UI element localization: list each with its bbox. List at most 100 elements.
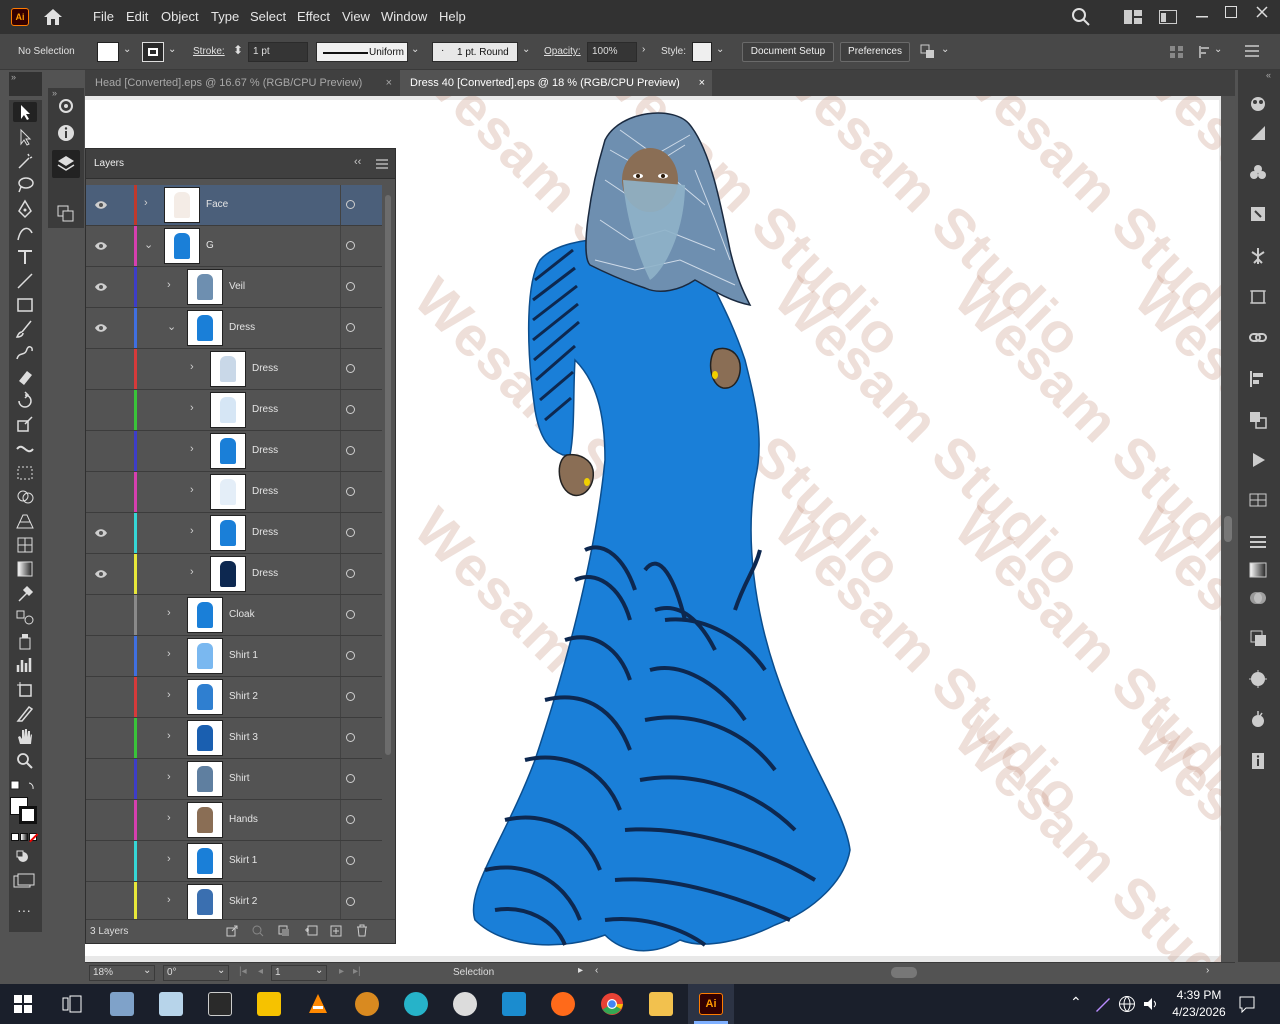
vertical-scrollbar[interactable] bbox=[1221, 96, 1235, 962]
shaper-tool-icon[interactable] bbox=[13, 343, 37, 363]
symbols-icon[interactable] bbox=[1248, 163, 1268, 183]
perspective-grid-tool-icon[interactable] bbox=[13, 511, 37, 531]
task-view-icon[interactable] bbox=[62, 995, 82, 1013]
status-menu-icon[interactable]: ▸ bbox=[578, 965, 583, 976]
chevron-down-icon[interactable]: ⌄ bbox=[123, 44, 131, 55]
layer-target-icon[interactable] bbox=[346, 364, 355, 373]
minimize-icon[interactable] bbox=[1196, 16, 1208, 18]
pathfinder-icon[interactable] bbox=[1248, 410, 1268, 430]
layer-name[interactable]: Hands bbox=[229, 814, 258, 825]
visibility-eye-icon[interactable] bbox=[94, 568, 108, 580]
visibility-toggle[interactable] bbox=[94, 609, 108, 621]
opacity-label[interactable]: Opacity: bbox=[544, 46, 581, 57]
stroke-swatch[interactable] bbox=[142, 42, 164, 62]
chevron-right-icon[interactable]: › bbox=[167, 771, 171, 783]
visibility-toggle[interactable] bbox=[94, 650, 108, 662]
visibility-toggle[interactable] bbox=[94, 486, 108, 498]
chevron-down-icon[interactable]: ⌄ bbox=[315, 965, 323, 976]
opacity-field[interactable]: 100% bbox=[587, 42, 637, 62]
menu-view[interactable]: View bbox=[342, 9, 370, 24]
layer-name[interactable]: Cloak bbox=[229, 609, 255, 620]
visibility-toggle[interactable] bbox=[94, 855, 108, 867]
layer-target-icon[interactable] bbox=[346, 323, 355, 332]
layer-name[interactable]: Dress bbox=[252, 363, 278, 374]
chevron-right-icon[interactable]: › bbox=[167, 648, 171, 660]
layer-row[interactable]: › Face bbox=[86, 185, 382, 226]
gradient-panel-icon[interactable] bbox=[1248, 560, 1268, 580]
width-tool-icon[interactable] bbox=[13, 439, 37, 459]
layer-target-icon[interactable] bbox=[346, 241, 355, 250]
mesh-tool-icon[interactable] bbox=[13, 535, 37, 555]
menu-select[interactable]: Select bbox=[250, 9, 286, 24]
preferences-button[interactable]: Preferences bbox=[840, 42, 910, 62]
menu-window[interactable]: Window bbox=[381, 9, 427, 24]
network-globe-icon[interactable] bbox=[1118, 995, 1136, 1013]
visibility-toggle[interactable] bbox=[94, 773, 108, 785]
visibility-toggle[interactable] bbox=[94, 404, 108, 416]
layer-target-icon[interactable] bbox=[346, 610, 355, 619]
layer-name[interactable]: Shirt 2 bbox=[229, 691, 258, 702]
lasso-tool-icon[interactable] bbox=[13, 175, 37, 195]
layer-row[interactable]: › Shirt 2 bbox=[86, 677, 382, 718]
screen-mode-icon[interactable] bbox=[13, 873, 35, 889]
tab-head-document[interactable]: Head [Converted].eps @ 16.67 % (RGB/CPU … bbox=[85, 70, 399, 96]
layer-target-icon[interactable] bbox=[346, 815, 355, 824]
symbol-sprayer-tool-icon[interactable] bbox=[13, 631, 37, 651]
layer-row[interactable]: › Shirt bbox=[86, 759, 382, 800]
layer-target-icon[interactable] bbox=[346, 856, 355, 865]
layer-name[interactable]: Dress bbox=[252, 404, 278, 415]
swap-colors-icon[interactable] bbox=[9, 779, 39, 795]
chevron-right-icon[interactable]: › bbox=[167, 689, 171, 701]
variable-width-profile[interactable]: Uniform bbox=[316, 42, 408, 62]
layer-row[interactable]: › Dress bbox=[86, 349, 382, 390]
close-icon[interactable] bbox=[1256, 6, 1268, 18]
file-explorer-icon[interactable] bbox=[649, 992, 673, 1016]
new-sublayer-icon[interactable] bbox=[304, 925, 318, 937]
document-setup-button[interactable]: Document Setup bbox=[742, 42, 834, 62]
eraser-tool-icon[interactable] bbox=[13, 367, 37, 387]
layer-target-icon[interactable] bbox=[346, 405, 355, 414]
trash-icon[interactable] bbox=[356, 924, 368, 937]
collapse-panel-icon[interactable]: ‹‹ bbox=[354, 156, 361, 168]
gradient-tool-icon[interactable] bbox=[13, 559, 37, 579]
illustrator-taskbar-button[interactable]: Ai bbox=[688, 984, 734, 1024]
visibility-toggle[interactable] bbox=[94, 445, 108, 457]
layer-row[interactable]: ⌄ G bbox=[86, 226, 382, 267]
notifications-icon[interactable] bbox=[1238, 995, 1256, 1013]
layer-row[interactable]: › Dress bbox=[86, 431, 382, 472]
chevron-down-icon[interactable]: ⌄ bbox=[716, 44, 724, 55]
chevron-right-icon[interactable]: › bbox=[190, 402, 194, 414]
image-trace-icon[interactable] bbox=[1248, 710, 1268, 730]
clipping-mask-icon[interactable] bbox=[278, 925, 290, 937]
curvature-tool-icon[interactable] bbox=[13, 223, 37, 243]
type-tool-icon[interactable] bbox=[13, 247, 37, 267]
direct-selection-tool-icon[interactable] bbox=[13, 127, 37, 147]
layer-name[interactable]: Face bbox=[206, 199, 228, 210]
layer-target-icon[interactable] bbox=[346, 733, 355, 742]
stroke-color-swatch[interactable] bbox=[19, 806, 37, 824]
layers-panel-button[interactable] bbox=[52, 150, 80, 178]
draw-mode-icon[interactable] bbox=[15, 849, 33, 865]
snipping-tool-icon[interactable] bbox=[159, 992, 183, 1016]
stepper-icon[interactable]: ⬍ bbox=[233, 43, 243, 57]
menu-type[interactable]: Type bbox=[211, 9, 239, 24]
selection-tool-icon[interactable] bbox=[13, 102, 37, 122]
asset-export-icon[interactable] bbox=[1248, 490, 1268, 510]
layer-name[interactable]: Veil bbox=[229, 281, 245, 292]
layer-name[interactable]: G bbox=[206, 240, 214, 251]
layer-name[interactable]: Dress bbox=[252, 568, 278, 579]
layer-target-icon[interactable] bbox=[346, 569, 355, 578]
visibility-toggle[interactable] bbox=[94, 732, 108, 744]
export-icon[interactable] bbox=[226, 925, 238, 937]
align-icon[interactable] bbox=[1170, 45, 1184, 59]
chevron-down-icon[interactable]: ⌄ bbox=[941, 44, 949, 55]
layer-row[interactable]: › Shirt 1 bbox=[86, 636, 382, 677]
visibility-toggle[interactable] bbox=[94, 814, 108, 826]
media-player-icon[interactable] bbox=[257, 992, 281, 1016]
clock-time[interactable]: 4:39 PM bbox=[1171, 988, 1227, 1002]
layer-row[interactable]: › Skirt 2 bbox=[86, 882, 382, 919]
visibility-eye-icon[interactable] bbox=[94, 281, 108, 293]
chevron-down-icon[interactable]: ⌄ bbox=[144, 238, 153, 251]
transform-icon[interactable] bbox=[1198, 45, 1212, 59]
vlc-icon[interactable] bbox=[306, 992, 330, 1016]
